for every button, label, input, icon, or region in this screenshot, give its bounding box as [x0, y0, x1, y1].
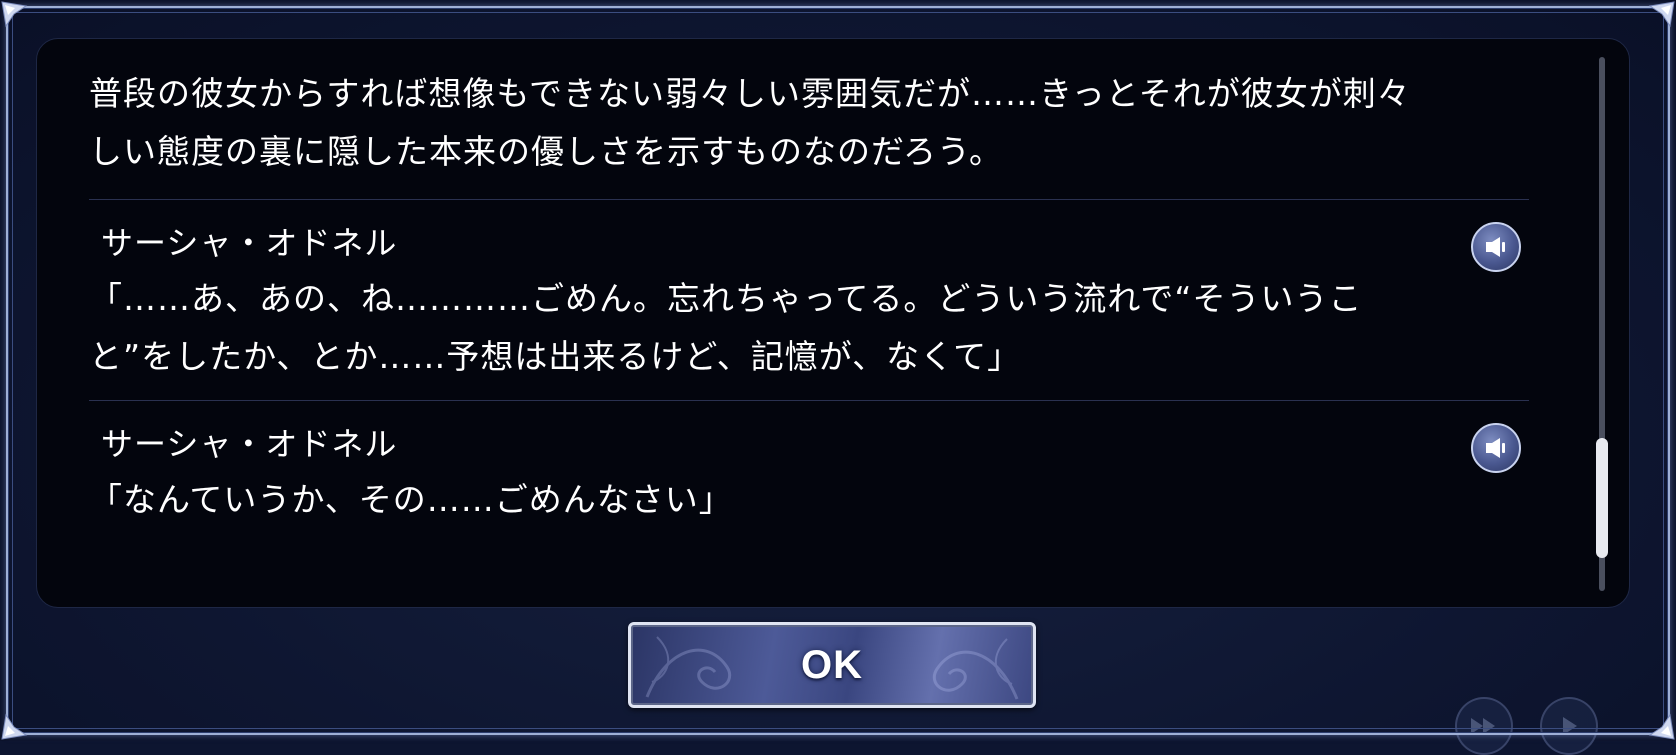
narration-line: しい態度の裏に隠した本来の優しさを示すものなのだろう。	[89, 132, 1004, 171]
scrollbar[interactable]	[1596, 57, 1608, 591]
fast-forward-icon	[1455, 697, 1513, 755]
scrollbar-thumb[interactable]	[1596, 438, 1608, 558]
voice-replay-button[interactable]	[1471, 222, 1521, 272]
narration-entry: 普段の彼女からすれば想像もできない弱々しい雰囲気だが……きっとそれが彼女が刺々 …	[89, 59, 1529, 200]
backlog-content: 普段の彼女からすれば想像もできない弱々しい雰囲気だが……きっとそれが彼女が刺々 …	[89, 59, 1529, 543]
backlog-dialog: 普段の彼女からすれば想像もできない弱々しい雰囲気だが……きっとそれが彼女が刺々 …	[0, 0, 1676, 755]
speaker-name: サーシャ・オドネル	[101, 425, 398, 463]
play-icon	[1540, 697, 1598, 755]
swirl-ornament-icon	[645, 636, 732, 698]
dialogue-line: と”をしたか、とか……予想は出来るけど、記憶が、なくて」	[89, 337, 1022, 376]
dialogue-entry: サーシャ・オドネル 「……あ、あの、ね…………ごめん。忘れちゃってる。どういう流…	[89, 200, 1529, 401]
dialogue-line: 「なんていうか、その……ごめんなさい」	[89, 480, 733, 519]
corner-ornament-icon	[1648, 713, 1675, 740]
swirl-ornament-icon	[932, 638, 1019, 700]
speaker-icon	[1486, 438, 1505, 458]
voice-replay-button[interactable]	[1471, 423, 1521, 473]
ok-button-label: OK	[801, 642, 863, 687]
dialogue-entry: サーシャ・オドネル 「なんていうか、その……ごめんなさい」	[89, 401, 1529, 543]
narration-line: 普段の彼女からすれば想像もできない弱々しい雰囲気だが……きっとそれが彼女が刺々	[89, 74, 1411, 113]
corner-ornament-icon	[1, 713, 28, 740]
dialogue-line: 「……あ、あの、ね…………ごめん。忘れちゃってる。どういう流れで“そういうこ	[89, 279, 1363, 318]
speaker-name: サーシャ・オドネル	[101, 224, 398, 262]
corner-ornament-icon	[1648, 1, 1675, 28]
speaker-icon	[1486, 237, 1505, 257]
backlog-panel[interactable]: 普段の彼女からすれば想像もできない弱々しい雰囲気だが……きっとそれが彼女が刺々 …	[36, 38, 1630, 608]
corner-ornament-icon	[1, 1, 28, 28]
ok-button[interactable]: OK	[628, 622, 1036, 708]
